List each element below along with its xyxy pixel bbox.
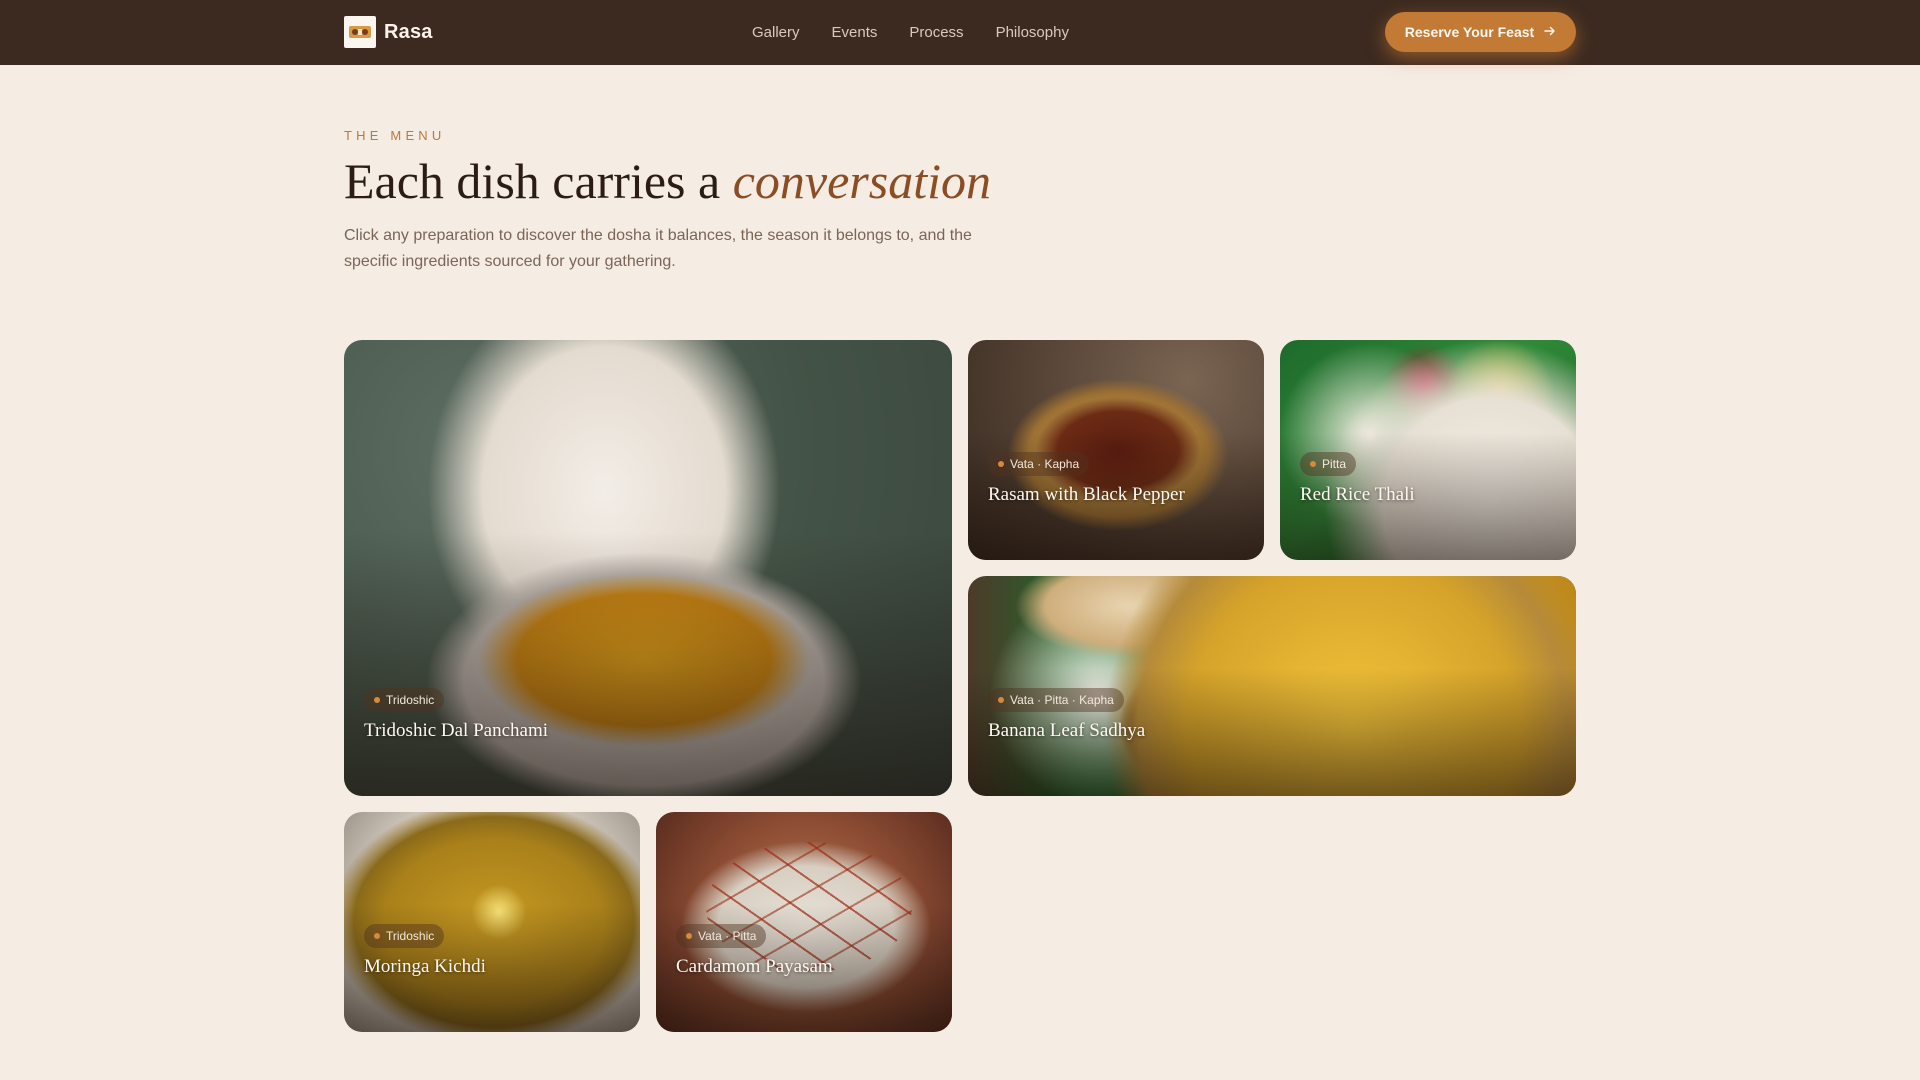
dish-title: Red Rice Thali [1300, 484, 1415, 505]
dosha-dot-icon [1310, 461, 1316, 467]
dish-title: Cardamom Payasam [676, 956, 833, 977]
top-navbar: Rasa Gallery Events Process Philosophy R… [0, 0, 1920, 65]
dosha-dot-icon [374, 697, 380, 703]
dosha-label: Tridoshic [386, 693, 435, 707]
dish-title: Banana Leaf Sadhya [988, 720, 1146, 741]
dish-meta: Tridoshic Moringa Kichdi [364, 924, 486, 978]
dish-card-moringa-kichdi[interactable]: Tridoshic Moringa Kichdi [344, 812, 640, 1032]
dish-card-cardamom-payasam[interactable]: Vata · Pitta Cardamom Payasam [656, 812, 952, 1032]
main-nav: Gallery Events Process Philosophy [752, 0, 1069, 65]
section-eyebrow: THE MENU [344, 128, 446, 143]
brand-home-link[interactable]: Rasa [344, 16, 433, 48]
dish-card-banana-leaf-sadhya[interactable]: Vata · Pitta · Kapha Banana Leaf Sadhya [968, 576, 1576, 796]
dosha-dot-icon [374, 933, 380, 939]
dosha-dot-icon [686, 933, 692, 939]
dosha-badge: Vata · Kapha [988, 452, 1090, 476]
dosha-label: Vata · Kapha [1010, 457, 1080, 471]
dosha-badge: Vata · Pitta [676, 924, 767, 948]
dosha-label: Pitta [1322, 457, 1347, 471]
dosha-label: Tridoshic [386, 929, 435, 943]
dish-card-red-rice-thali[interactable]: Pitta Red Rice Thali [1280, 340, 1576, 560]
headline-emphasis: conversation [732, 153, 991, 209]
dosha-badge: Tridoshic [364, 924, 445, 948]
nav-link-events[interactable]: Events [832, 24, 878, 41]
arrow-right-icon [1544, 24, 1556, 40]
dosha-label: Vata · Pitta · Kapha [1010, 693, 1114, 707]
headline-lead: Each dish carries a [344, 153, 733, 209]
dosha-dot-icon [998, 461, 1004, 467]
dish-meta: Pitta Red Rice Thali [1300, 452, 1415, 506]
dosha-badge: Tridoshic [364, 688, 445, 712]
dosha-label: Vata · Pitta [698, 929, 757, 943]
reserve-feast-button[interactable]: Reserve Your Feast [1385, 12, 1576, 52]
dish-meta: Vata · Kapha Rasam with Black Pepper [988, 452, 1185, 506]
nav-link-process[interactable]: Process [909, 24, 963, 41]
dosha-badge: Pitta [1300, 452, 1357, 476]
dosha-badge: Vata · Pitta · Kapha [988, 688, 1124, 712]
dish-card-rasam[interactable]: Vata · Kapha Rasam with Black Pepper [968, 340, 1264, 560]
section-description: Click any preparation to discover the do… [344, 227, 972, 270]
brand-name: Rasa [384, 20, 433, 43]
logo-icon [344, 16, 376, 48]
dish-card-dal-panchami[interactable]: Tridoshic Tridoshic Dal Panchami [344, 340, 952, 796]
reserve-feast-label: Reserve Your Feast [1404, 24, 1535, 40]
dish-title: Moringa Kichdi [364, 956, 486, 977]
dish-title: Tridoshic Dal Panchami [364, 720, 549, 741]
dish-meta: Vata · Pitta · Kapha Banana Leaf Sadhya [988, 688, 1145, 742]
dish-meta: Tridoshic Tridoshic Dal Panchami [364, 688, 548, 742]
dish-title: Rasam with Black Pepper [988, 484, 1185, 505]
nav-link-gallery[interactable]: Gallery [752, 24, 800, 41]
dish-meta: Vata · Pitta Cardamom Payasam [676, 924, 833, 978]
dosha-dot-icon [998, 697, 1004, 703]
section-headline: Each dish carries a conversation [344, 152, 1344, 210]
nav-link-philosophy[interactable]: Philosophy [996, 24, 1069, 41]
